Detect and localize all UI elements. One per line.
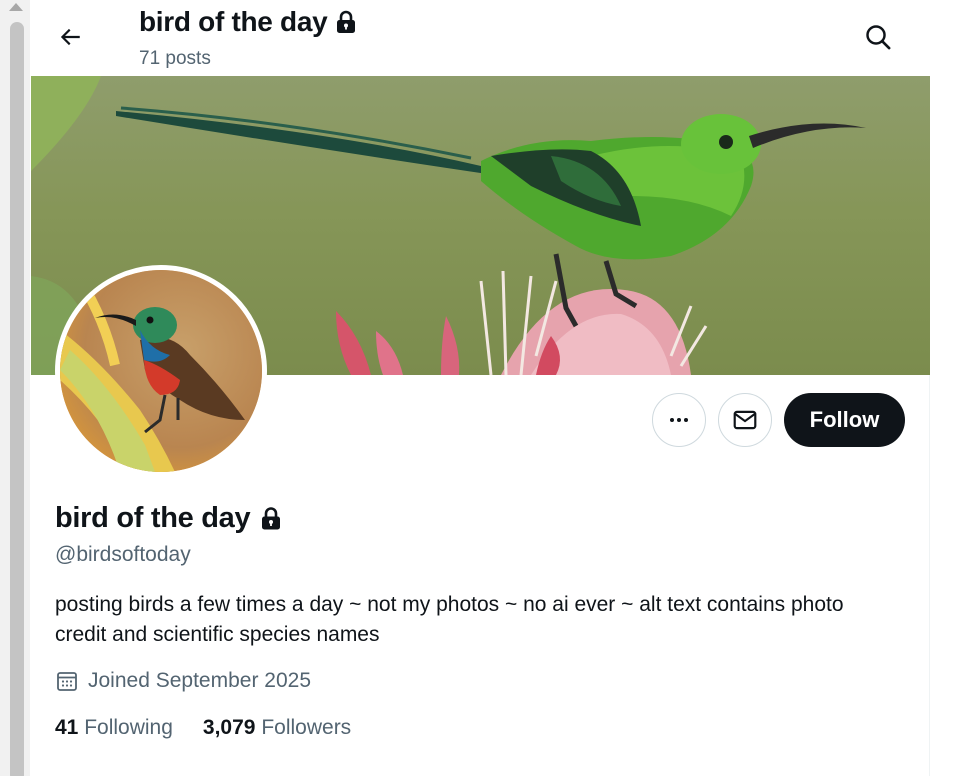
more-options-button[interactable] [652,393,706,447]
following-count: 41 [55,716,79,739]
following-link[interactable]: 41 Following [55,716,173,740]
calendar-icon [57,672,77,691]
join-date-text: Joined September 2025 [88,669,311,692]
profile-bio: posting birds a few times a day ~ not my… [55,593,844,646]
header-title: bird of the day [139,6,357,38]
arrow-left-icon [60,28,80,46]
followers-count: 3,079 [202,716,256,739]
scroll-thumb[interactable] [10,22,24,776]
lock-icon [262,507,281,530]
follow-button[interactable]: Follow [784,393,905,447]
profile-handle: @birdsoftoday [55,543,191,566]
search-icon [866,25,891,50]
scroll-up-arrow-icon[interactable] [9,3,23,11]
lock-icon [337,10,356,33]
back-button[interactable] [51,18,89,56]
avatar[interactable] [55,265,267,477]
message-button[interactable] [718,393,772,447]
profile-column: bird of the day 71 posts Follow bird of … [31,0,930,776]
following-label: Following [84,716,173,739]
avatar-bird-illustration [60,270,262,472]
more-icon [670,418,688,422]
followers-label: Followers [261,716,352,739]
mail-icon [733,410,757,430]
profile-name: bird of the day [55,502,282,535]
profile-name-text: bird of the day [55,502,251,534]
follow-stats: 41 Following 3,079 Followers [55,716,351,740]
join-date: Joined September 2025 [55,669,311,693]
followers-link[interactable]: 3,079 Followers [203,716,351,740]
profile-header: bird of the day 71 posts [31,0,930,76]
header-title-text: bird of the day [139,6,328,37]
search-button[interactable] [858,17,898,57]
post-count: 71 posts [139,48,211,69]
browser-scrollbar[interactable] [0,0,30,776]
